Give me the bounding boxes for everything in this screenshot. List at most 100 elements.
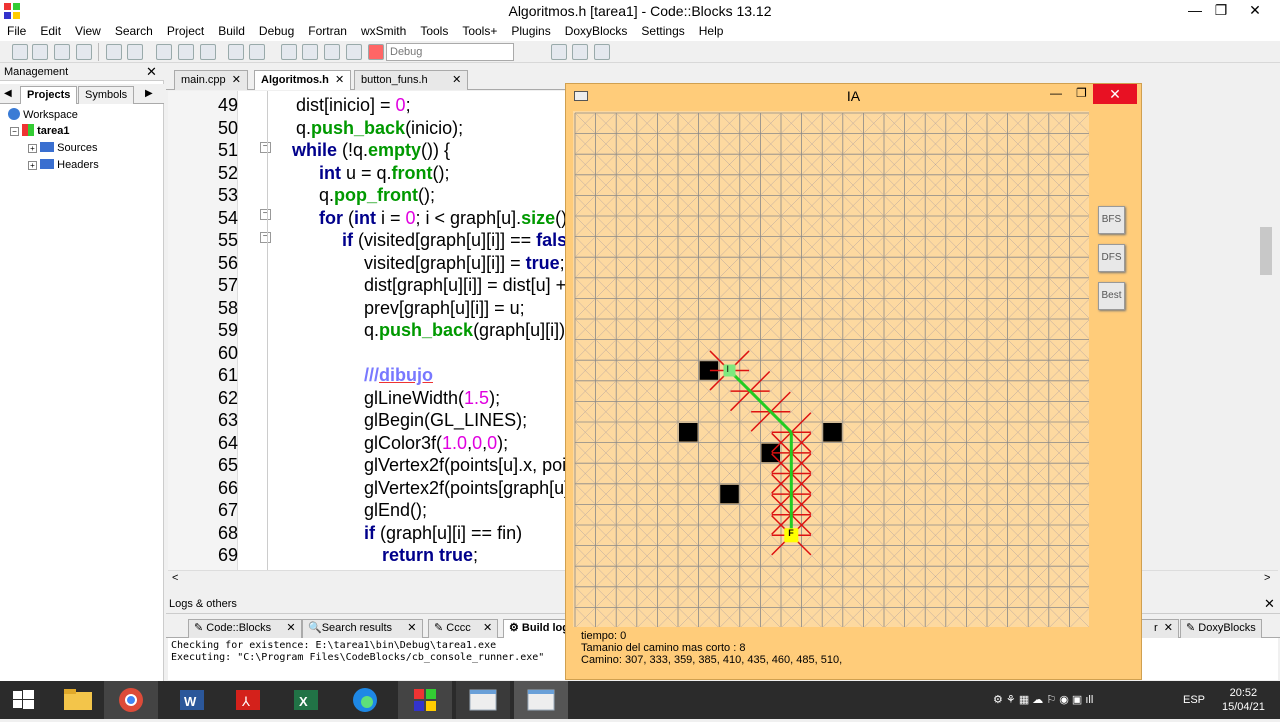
- replace-icon[interactable]: [249, 44, 265, 60]
- menu-fortran[interactable]: Fortran: [301, 22, 354, 41]
- best-button[interactable]: Best: [1098, 282, 1125, 310]
- window-title: Algoritmos.h [tarea1] - Code::Blocks 13.…: [508, 3, 772, 19]
- find-icon[interactable]: [228, 44, 244, 60]
- menu-wxsmith[interactable]: wxSmith: [354, 22, 413, 41]
- menu-view[interactable]: View: [68, 22, 108, 41]
- undo-icon[interactable]: [106, 44, 122, 60]
- build-target-select[interactable]: Debug: [386, 43, 514, 61]
- file-explorer-icon[interactable]: [52, 681, 106, 719]
- tab-codeblocks-log[interactable]: ✎ Code::Blocks ✕: [188, 619, 302, 638]
- menu-tools-plus[interactable]: Tools+: [455, 22, 504, 41]
- copy-icon[interactable]: [178, 44, 194, 60]
- build-icon[interactable]: [281, 44, 297, 60]
- menu-debug[interactable]: Debug: [252, 22, 301, 41]
- redo-icon[interactable]: [127, 44, 143, 60]
- close-button[interactable]: ✕: [1232, 0, 1278, 22]
- menu-project[interactable]: Project: [160, 22, 211, 41]
- fold-marker[interactable]: −: [260, 232, 271, 243]
- acrobat-icon[interactable]: ⅄: [222, 681, 276, 719]
- tray-icons[interactable]: ⚙ ⚘ ▦ ☁ ⚐ ◉ ▣ ıll: [993, 681, 1093, 719]
- scroll-left-icon[interactable]: <: [172, 572, 178, 584]
- tree-sources[interactable]: + Sources: [28, 140, 97, 156]
- menu-plugins[interactable]: Plugins: [504, 22, 557, 41]
- tab-main-cpp[interactable]: main.cpp ✕: [174, 70, 248, 90]
- menu-edit[interactable]: Edit: [33, 22, 68, 41]
- scroll-right-icon[interactable]: >: [1264, 572, 1270, 584]
- tab-scroll-right-icon[interactable]: ▶: [145, 88, 153, 99]
- menu-doxyblocks[interactable]: DoxyBlocks: [558, 22, 635, 41]
- tab-cccc[interactable]: ✎ Cccc ✕: [428, 619, 499, 638]
- tab-button-funs-h[interactable]: button_funs.h ✕: [354, 70, 469, 90]
- menu-file[interactable]: File: [0, 22, 33, 41]
- expand-icon[interactable]: +: [28, 161, 37, 170]
- scrollbar-thumb[interactable]: [1260, 227, 1272, 275]
- ia-window-task-icon[interactable]: [514, 681, 568, 719]
- save-all-icon[interactable]: [76, 44, 92, 60]
- build-run-icon[interactable]: [324, 44, 340, 60]
- line-number: 49: [217, 95, 238, 115]
- edge-icon[interactable]: [338, 681, 392, 719]
- tab-doxyblocks[interactable]: ✎ DoxyBlocks: [1180, 619, 1262, 638]
- menu-help[interactable]: Help: [692, 22, 731, 41]
- fold-marker[interactable]: −: [260, 142, 271, 153]
- tab-algoritmos-h[interactable]: Algoritmos.h ✕: [254, 70, 352, 90]
- line-number: 62: [217, 387, 238, 408]
- code-editor[interactable]: 49 50 51 52 53 54 55 56 57 58 59 60 61 62 63 64 65 66 67 68…: [168, 91, 566, 570]
- menu-build[interactable]: Build: [211, 22, 252, 41]
- line-number: 67: [217, 500, 238, 520]
- new-file-icon[interactable]: [12, 44, 28, 60]
- ia-maximize-button[interactable]: ❐: [1076, 86, 1087, 100]
- expand-icon[interactable]: +: [28, 144, 37, 153]
- app-window-task-icon[interactable]: [456, 681, 510, 719]
- grid-canvas[interactable]: I F: [573, 111, 1089, 627]
- collapse-icon[interactable]: −: [10, 127, 19, 136]
- run-icon[interactable]: [302, 44, 318, 60]
- management-close-icon[interactable]: ✕: [146, 64, 157, 80]
- dfs-button[interactable]: DFS: [1098, 244, 1125, 272]
- menu-settings[interactable]: Settings: [634, 22, 691, 41]
- fold-marker[interactable]: −: [260, 209, 271, 220]
- code-line: q.pop_front();: [319, 185, 435, 205]
- tab-projects[interactable]: Projects: [20, 86, 78, 104]
- tab-scroll-left-icon[interactable]: ◀: [4, 88, 12, 99]
- next-line-icon[interactable]: [594, 44, 610, 60]
- ia-status: tiempo: 0 Tamanio del camino mas corto :…: [581, 630, 842, 666]
- language-indicator[interactable]: ESP: [1183, 681, 1205, 719]
- tab-build-log[interactable]: ⚙ Build log: [503, 619, 566, 638]
- word-icon[interactable]: W: [166, 681, 220, 719]
- menu-search[interactable]: Search: [108, 22, 160, 41]
- clock[interactable]: 20:52 15/04/21: [1222, 686, 1265, 714]
- code-line: ///dibujo: [364, 365, 433, 385]
- cut-icon[interactable]: [156, 44, 172, 60]
- line-number: 51: [217, 140, 238, 160]
- logs-close-icon[interactable]: ✕: [1264, 596, 1275, 612]
- rebuild-icon[interactable]: [346, 44, 362, 60]
- ia-minimize-button[interactable]: —: [1050, 86, 1062, 100]
- bfs-button[interactable]: BFS: [1098, 206, 1125, 234]
- line-number: 66: [217, 477, 238, 498]
- ia-close-button[interactable]: ✕: [1093, 84, 1137, 104]
- obstacle-cell: [720, 484, 739, 504]
- start-button[interactable]: [0, 681, 54, 719]
- run-to-cursor-icon[interactable]: [572, 44, 588, 60]
- line-number: 59: [217, 320, 238, 340]
- tree-workspace[interactable]: Workspace: [8, 107, 78, 123]
- excel-icon[interactable]: X: [280, 681, 334, 719]
- tab-search-results[interactable]: 🔍Search results ✕: [302, 619, 423, 638]
- logs-title: Logs & others: [169, 598, 237, 610]
- tree-project[interactable]: − tarea1: [10, 123, 70, 139]
- chrome-icon[interactable]: [104, 681, 158, 719]
- code-line: glBegin(GL_LINES);: [364, 410, 528, 430]
- menu-bar: File Edit View Search Project Build Debu…: [0, 22, 1280, 41]
- editor-vertical-scrollbar[interactable]: [1258, 91, 1274, 570]
- save-icon[interactable]: [54, 44, 70, 60]
- open-icon[interactable]: [32, 44, 48, 60]
- debug-run-icon[interactable]: [551, 44, 567, 60]
- menu-tools[interactable]: Tools: [413, 22, 455, 41]
- tree-headers[interactable]: + Headers: [28, 157, 99, 173]
- tab-hidden-partial[interactable]: r ✕: [1141, 619, 1179, 638]
- tab-symbols[interactable]: Symbols: [78, 86, 135, 104]
- abort-icon[interactable]: [368, 44, 384, 60]
- codeblocks-task-icon[interactable]: [398, 681, 452, 719]
- paste-icon[interactable]: [200, 44, 216, 60]
